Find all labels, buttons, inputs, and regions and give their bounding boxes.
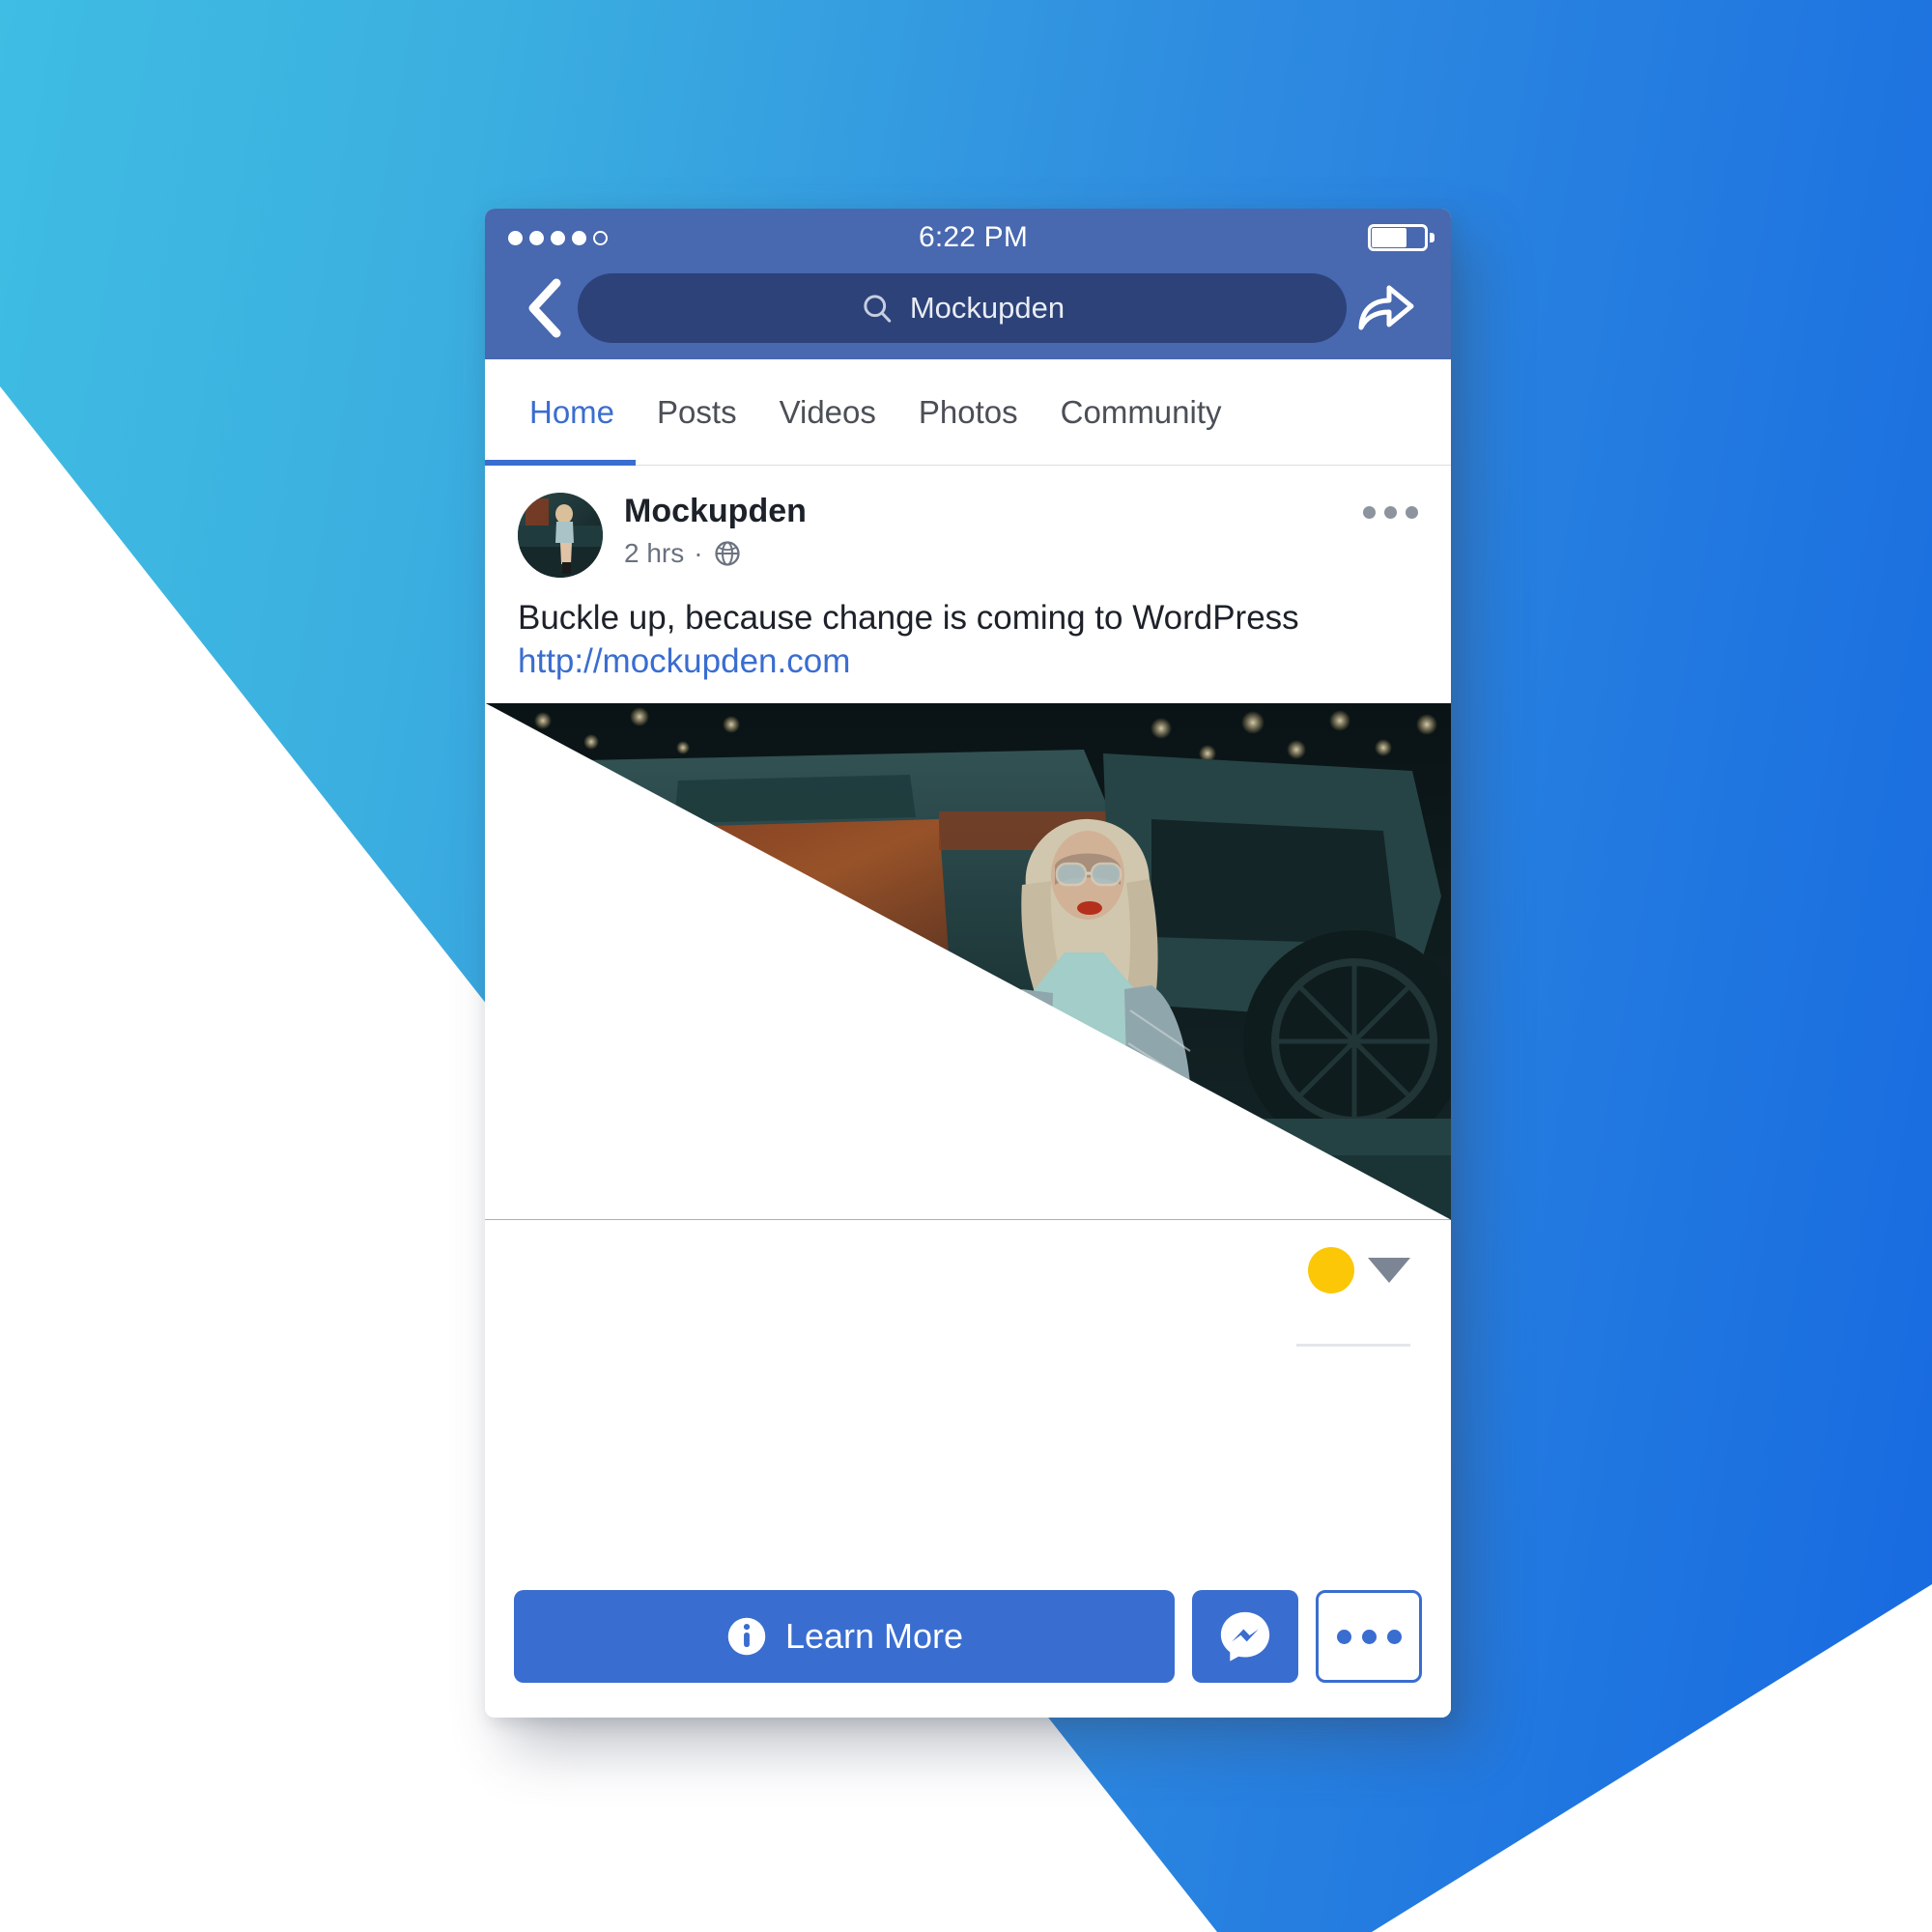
- share-arrow-icon: [1358, 285, 1414, 330]
- post-body: Buckle up, because change is coming to W…: [518, 599, 1299, 637]
- avatar[interactable]: [518, 493, 603, 578]
- tab-posts[interactable]: Posts: [636, 359, 758, 465]
- messenger-button[interactable]: [1192, 1590, 1298, 1683]
- learn-more-button[interactable]: Learn More: [514, 1590, 1175, 1683]
- messenger-icon: [1220, 1611, 1270, 1662]
- like-reaction-icon: [1308, 1246, 1354, 1293]
- tab-community-label: Community: [1060, 393, 1222, 430]
- chevron-left-icon: [528, 278, 561, 338]
- status-bar-clock: 6:22 PM: [918, 221, 1029, 253]
- tab-posts-label: Posts: [657, 393, 737, 430]
- tab-home[interactable]: Home: [485, 359, 637, 466]
- ellipsis-icon: [1336, 1629, 1351, 1644]
- post-action-bar: Learn More: [485, 1565, 1451, 1718]
- post-text-block: Buckle up, because change is coming to W…: [485, 587, 1451, 703]
- search-input[interactable]: Mockupden: [578, 273, 1347, 343]
- nav-bar: Mockupden: [485, 267, 1451, 359]
- post-header: Mockupden 2 hrs ·: [485, 466, 1451, 587]
- more-options-button[interactable]: [1316, 1590, 1422, 1683]
- post-meta: 2 hrs ·: [624, 538, 807, 569]
- phone-mockup: 6:22 PM Mockupden Home Posts Videos Phot…: [485, 209, 1451, 1718]
- status-bar: 6:22 PM: [485, 209, 1451, 267]
- meta-separator: ·: [694, 538, 703, 569]
- post-photo[interactable]: [485, 702, 1451, 1220]
- search-value: Mockupden: [909, 291, 1065, 325]
- post-options-button[interactable]: [1363, 493, 1418, 519]
- tab-community[interactable]: Community: [1039, 359, 1243, 465]
- share-button[interactable]: [1347, 281, 1426, 335]
- post-author-block: Mockupden 2 hrs ·: [624, 493, 807, 569]
- back-button[interactable]: [510, 278, 578, 338]
- post-link[interactable]: http://mockupden.com: [518, 640, 1418, 684]
- post-reactions: [485, 1219, 1451, 1413]
- tab-videos[interactable]: Videos: [758, 359, 897, 465]
- tab-videos-label: Videos: [779, 393, 876, 430]
- page-name: Mockupden: [624, 493, 807, 529]
- caret-down-icon: [1368, 1257, 1410, 1283]
- ellipsis-icon: [1363, 506, 1376, 519]
- tab-photos-label: Photos: [918, 393, 1018, 430]
- globe-icon: [714, 541, 740, 566]
- avatar-photo: [518, 493, 603, 578]
- tab-photos[interactable]: Photos: [897, 359, 1039, 465]
- post-timestamp: 2 hrs: [624, 538, 685, 569]
- learn-more-label: Learn More: [784, 1616, 964, 1656]
- info-icon: [727, 1617, 766, 1656]
- facebook-header: 6:22 PM Mockupden: [485, 209, 1451, 359]
- tab-home-label: Home: [529, 393, 615, 430]
- reaction-cluster[interactable]: [1308, 1246, 1410, 1293]
- search-icon: [864, 295, 892, 323]
- reaction-divider: [1296, 1343, 1410, 1347]
- page-tabbar: Home Posts Videos Photos Community: [485, 359, 1451, 466]
- post-spacer: [485, 1412, 1451, 1565]
- battery-icon: [1368, 224, 1435, 251]
